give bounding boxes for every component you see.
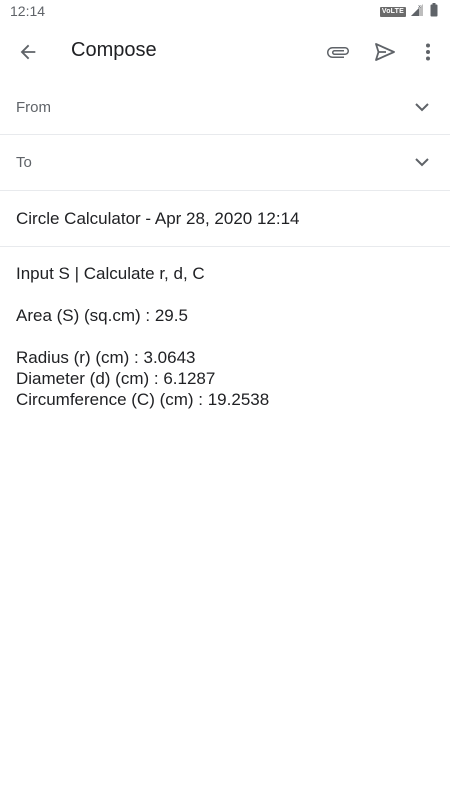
svg-text:x: x <box>418 4 421 10</box>
status-bar: 12:14 VoLTE x <box>0 0 450 24</box>
volte-icon: VoLTE <box>379 7 406 17</box>
signal-icon: x <box>410 3 424 22</box>
body-line-area: Area (S) (sq.cm) : 29.5 <box>16 306 188 325</box>
paperclip-icon <box>327 47 349 58</box>
back-arrow-icon <box>20 44 36 60</box>
send-button[interactable] <box>369 36 401 68</box>
body-line-mode: Input S | Calculate r, d, C <box>16 264 205 283</box>
body-line-circumference: Circumference (C) (cm) : 19.2538 <box>16 390 270 409</box>
page-title: Compose <box>71 39 157 61</box>
back-button[interactable] <box>12 36 44 68</box>
body-line-diameter: Diameter (d) (cm) : 6.1287 <box>16 369 216 388</box>
more-options-button[interactable] <box>412 36 444 68</box>
to-label: To <box>16 154 32 171</box>
status-icons: VoLTE x <box>379 2 438 22</box>
app-bar: Compose <box>0 24 450 80</box>
from-field[interactable]: From <box>0 80 450 135</box>
from-label: From <box>16 99 51 116</box>
chevron-down-icon[interactable] <box>412 97 432 117</box>
body-line-radius: Radius (r) (cm) : 3.0643 <box>16 348 196 367</box>
subject-field[interactable]: Circle Calculator - Apr 28, 2020 12:14 <box>0 191 450 247</box>
compose-body[interactable]: Input S | Calculate r, d, C Area (S) (sq… <box>16 263 434 410</box>
battery-icon <box>430 2 438 22</box>
to-field[interactable]: To <box>0 135 450 191</box>
attach-button[interactable] <box>322 36 354 68</box>
send-icon <box>375 43 395 61</box>
more-vert-icon <box>426 43 430 61</box>
chevron-down-icon[interactable] <box>412 152 432 172</box>
status-time: 12:14 <box>10 3 46 19</box>
subject-text: Circle Calculator - Apr 28, 2020 12:14 <box>16 209 300 228</box>
